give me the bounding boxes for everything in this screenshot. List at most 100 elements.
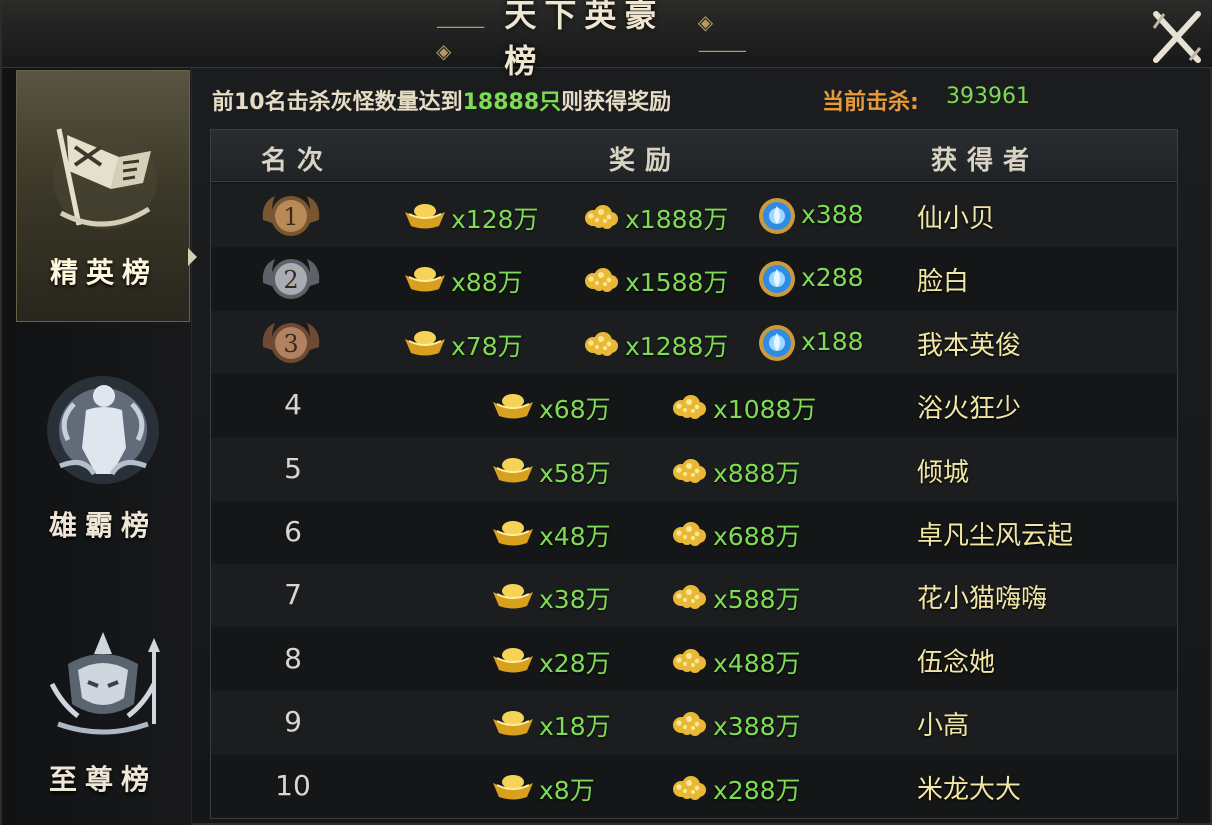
reward-gold-value: x8万 — [539, 775, 595, 805]
notice-target: 18888只 — [462, 90, 562, 115]
gold-nugget-icon — [673, 585, 706, 610]
reward-gold-value: x28万 — [539, 648, 611, 678]
winner-name: 仙小贝 — [917, 204, 996, 234]
table-row: 1 x128万 x1888万 x388 仙小贝 — [211, 184, 1177, 247]
winner-name: 倾城 — [917, 457, 970, 488]
rank-3-medal-icon: 3 — [262, 322, 320, 363]
gold-nugget-icon — [585, 331, 618, 356]
reward-coin-value: x288万 — [713, 775, 801, 805]
table-row: 4 x68万 x1088万 浴火狂少 — [211, 374, 1177, 438]
reward-gold-value: x78万 — [451, 331, 523, 361]
svg-text:1: 1 — [283, 203, 298, 231]
reward-notice: 前10名击杀灰怪数量达到18888只则获得奖励 当前击杀: 393961 — [212, 84, 1192, 118]
rank-number: 5 — [284, 451, 302, 485]
gold-nugget-icon — [673, 712, 706, 737]
gold-nugget-icon — [673, 775, 706, 800]
reward-gold-value: x128万 — [451, 205, 539, 234]
notice-suffix: 则获得奖励 — [561, 90, 672, 115]
gold-ingot-icon — [405, 267, 445, 292]
gold-ingot-icon — [493, 457, 533, 483]
table-row: 3 x78万 x1288万 x188 我本英俊 — [211, 310, 1177, 374]
reward-coin-value: x388万 — [713, 712, 801, 742]
table-header: 名次 奖励 获得者 — [211, 130, 1177, 182]
rank-number: 9 — [284, 705, 302, 739]
reward-gold-value: x48万 — [539, 522, 611, 551]
rank-number: 6 — [284, 515, 302, 548]
tab-hegemon-label: 雄霸榜 — [48, 509, 157, 542]
current-kill-value: 393961 — [946, 84, 1030, 109]
title-bar: ⸻◈ 天下英豪榜 ◈⸻ — [2, 0, 1212, 80]
title-ornament-right-icon: ◈⸻ — [697, 9, 747, 62]
gold-ingot-icon — [493, 584, 533, 609]
svg-text:2: 2 — [283, 266, 298, 294]
active-tab-indicator-icon — [188, 248, 197, 266]
tab-elite[interactable]: 精英榜 — [16, 70, 190, 322]
rank-2-medal-icon: 2 — [262, 259, 320, 300]
table-row: 8 x28万 x488万 伍念她 — [211, 627, 1177, 691]
table-row: 10 x8万 x288万 米龙大大 — [211, 754, 1177, 818]
winner-name: 伍念她 — [917, 647, 996, 678]
reward-orb-value: x188 — [801, 326, 864, 356]
table-row: 5 x58万 x888万 倾城 — [211, 437, 1177, 501]
tab-supreme[interactable]: 至尊榜 — [16, 578, 190, 825]
gold-ingot-icon — [405, 330, 445, 356]
current-kill-label: 当前击杀: — [822, 90, 919, 115]
gold-nugget-icon — [673, 648, 706, 673]
reward-orb-value: x388 — [801, 200, 864, 229]
gold-ingot-icon — [493, 521, 533, 546]
reward-gold-value: x88万 — [451, 268, 523, 298]
rank-number: 8 — [284, 641, 302, 675]
reward-gold-value: x18万 — [539, 712, 611, 742]
reward-gold-value: x38万 — [539, 585, 611, 615]
winner-name: 我本英俊 — [917, 330, 1022, 361]
blue-orb-icon — [759, 261, 795, 298]
table-row: 2 x88万 x1588万 x288 脸白 — [211, 247, 1177, 311]
gold-ingot-icon — [405, 204, 445, 229]
tab-elite-label: 精英榜 — [49, 256, 158, 289]
reward-coin-value: x1588万 — [625, 268, 729, 298]
winner-name: 浴火狂少 — [917, 394, 1022, 425]
title-ornament-left-icon: ⸻◈ — [436, 13, 485, 63]
reward-coin-value: x588万 — [713, 585, 801, 615]
gold-nugget-icon — [673, 458, 706, 483]
elite-banner-icon — [53, 128, 157, 229]
gold-nugget-icon — [585, 268, 618, 293]
reward-orb-value: x288 — [801, 263, 864, 293]
gold-ingot-icon — [493, 394, 533, 419]
gold-nugget-icon — [673, 395, 706, 420]
winner-name: 脸白 — [917, 267, 970, 298]
ranking-table: 名次 奖励 获得者 1 x128万 x1888万 x388 仙小贝 2 x88万 x1588万… — [210, 129, 1178, 819]
tab-hegemon[interactable]: 雄霸榜 — [16, 324, 190, 576]
close-button[interactable] — [1148, 8, 1206, 66]
title-wrap: ⸻◈ 天下英豪榜 ◈⸻ — [422, 0, 766, 80]
reward-coin-value: x688万 — [713, 522, 801, 551]
blue-orb-icon — [759, 324, 795, 361]
gold-ingot-icon — [493, 647, 533, 673]
header-winner: 获得者 — [931, 146, 1040, 176]
reward-coin-value: x1888万 — [625, 205, 729, 234]
winner-name: 花小猫嗨嗨 — [917, 584, 1048, 615]
reward-coin-value: x888万 — [713, 458, 801, 488]
gold-nugget-icon — [673, 522, 706, 546]
leaderboard-window: ⸻◈ 天下英豪榜 ◈⸻ 精英榜 雄霸榜 至尊榜 前10名击杀灰怪数量达到1888… — [0, 0, 1212, 825]
winner-name: 小高 — [917, 711, 970, 742]
tab-supreme-label: 至尊榜 — [48, 763, 157, 796]
reward-coin-value: x488万 — [713, 648, 801, 678]
rank-number: 7 — [284, 578, 302, 612]
reward-gold-value: x68万 — [539, 395, 611, 425]
table-row: 6 x48万 x688万 卓凡尘风云起 — [211, 501, 1177, 564]
gold-nugget-icon — [585, 205, 618, 229]
winner-name: 卓凡尘风云起 — [917, 521, 1074, 551]
sidebar: 精英榜 雄霸榜 至尊榜 — [2, 68, 197, 825]
rank-number: 4 — [284, 388, 302, 422]
reward-gold-value: x58万 — [539, 458, 611, 488]
svg-text:3: 3 — [283, 330, 298, 358]
gold-ingot-icon — [493, 711, 533, 736]
close-icon — [1152, 11, 1202, 63]
header-rank: 名次 — [261, 146, 334, 176]
blue-orb-icon — [759, 198, 795, 234]
header-reward: 奖励 — [609, 146, 682, 176]
reward-coin-value: x1288万 — [625, 331, 729, 361]
demon-helmet-icon — [49, 632, 160, 735]
notice-prefix: 前10名击杀灰怪数量达到 — [212, 90, 463, 115]
